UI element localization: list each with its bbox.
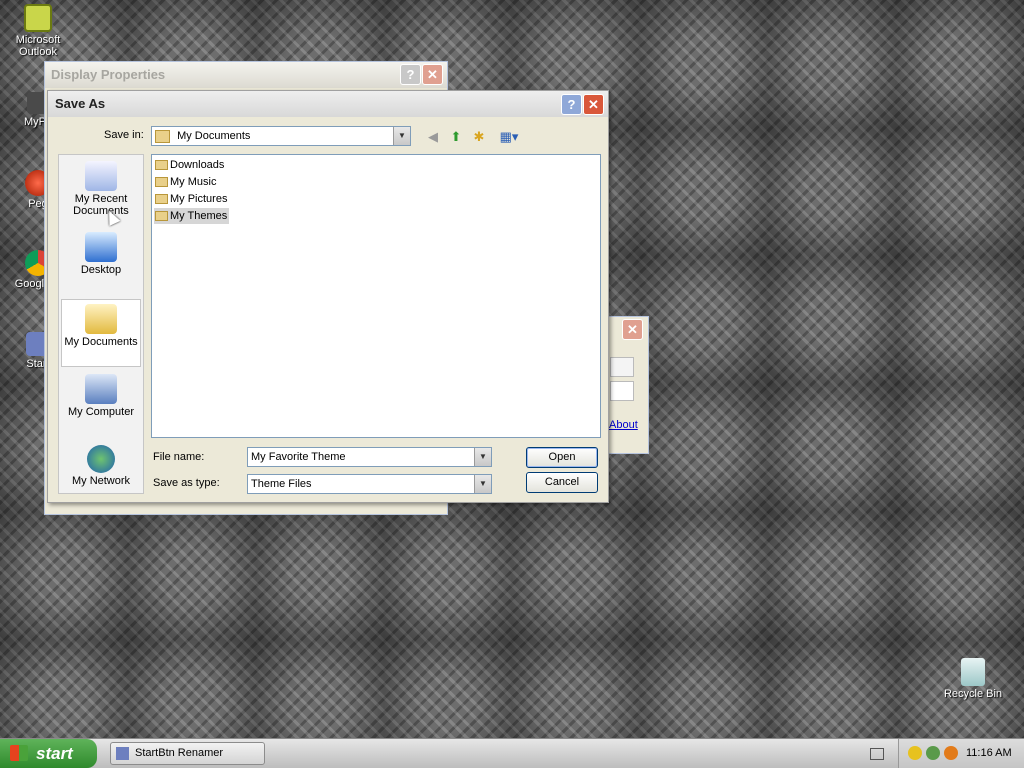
outlook-icon [24,4,52,32]
place-recent-documents[interactable]: My Recent Documents [61,157,141,225]
place-desktop[interactable]: Desktop [61,228,141,296]
place-my-network[interactable]: My Network [61,441,141,491]
background-field [610,357,634,377]
chevron-down-icon[interactable]: ▼ [474,448,491,466]
file-list[interactable]: Downloads My Music My Pictures My Themes [151,154,601,438]
file-name-value: My Favorite Theme [251,451,346,463]
save-in-dropdown[interactable]: My Documents ▼ [151,126,411,146]
view-menu-icon[interactable]: ▦▾ [496,128,522,146]
save-as-title: Save As [48,91,608,117]
save-in-label: Save in: [104,129,144,141]
desktop-icon-recycle-bin[interactable]: Recycle Bin [938,658,1008,700]
network-icon[interactable] [926,746,940,760]
search-icon[interactable] [944,746,958,760]
taskbar-button-startbtn-renamer[interactable]: StartBtn Renamer [110,742,265,765]
background-window: ✕ About [607,316,649,454]
clock: 11:16 AM [966,747,1012,759]
save-as-type-dropdown[interactable]: Theme Files ▼ [247,474,492,494]
my-computer-icon [85,374,117,404]
save-as-dialog: Save As ? ✕ Save in: My Documents ▼ ◀ ⬆ … [47,90,609,503]
documents-icon [155,129,170,143]
save-in-value: My Documents [177,130,251,142]
back-icon[interactable]: ◀ [424,128,442,146]
save-as-type-value: Theme Files [251,478,312,490]
start-label: start [36,744,73,763]
new-folder-icon[interactable]: ✱ [470,128,488,146]
close-button[interactable]: ✕ [583,94,604,115]
list-item[interactable]: My Pictures [154,191,229,207]
place-my-computer[interactable]: My Computer [61,370,141,438]
my-network-icon [87,445,115,473]
music-folder-icon [155,177,168,187]
recent-documents-icon [85,161,117,191]
desktop-icon-label: Microsoft Outlook [15,34,61,58]
close-button[interactable]: ✕ [422,64,443,85]
display-properties-title: Display Properties [45,62,447,88]
windows-flag-icon [10,745,28,761]
close-button[interactable]: ✕ [622,319,643,340]
list-item[interactable]: My Themes [154,208,230,224]
help-button[interactable]: ? [400,64,421,85]
about-link[interactable]: About [609,419,638,431]
desktop-icon-outlook[interactable]: Microsoft Outlook [3,4,73,58]
keyboard-icon[interactable] [870,748,884,760]
pictures-folder-icon [155,194,168,204]
start-button[interactable]: start [0,739,97,768]
folder-icon [155,160,168,170]
recycle-bin-icon [961,658,985,686]
up-folder-icon[interactable]: ⬆ [447,128,465,146]
cancel-button[interactable]: Cancel [526,472,598,493]
list-item[interactable]: My Music [154,174,218,190]
taskbar: start StartBtn Renamer 11:16 AM [0,738,1024,768]
file-name-field[interactable]: My Favorite Theme ▼ [247,447,492,467]
security-shield-icon[interactable] [908,746,922,760]
folder-icon [155,211,168,221]
app-icon [116,747,129,760]
system-tray: 11:16 AM [898,739,1024,768]
desktop-icon-label: Recycle Bin [943,688,1003,700]
desktop-icon [85,232,117,262]
help-button[interactable]: ? [561,94,582,115]
list-item[interactable]: Downloads [154,157,226,173]
save-as-type-label: Save as type: [153,477,220,489]
open-button[interactable]: Open [526,447,598,468]
background-field [610,381,634,401]
chevron-down-icon: ▼ [474,475,491,493]
places-bar: My Recent Documents Desktop My Documents… [58,154,144,494]
chevron-down-icon: ▼ [393,127,410,145]
task-label: StartBtn Renamer [135,747,224,759]
my-documents-icon [85,304,117,334]
place-my-documents[interactable]: My Documents [61,299,141,367]
file-name-label: File name: [153,451,205,463]
